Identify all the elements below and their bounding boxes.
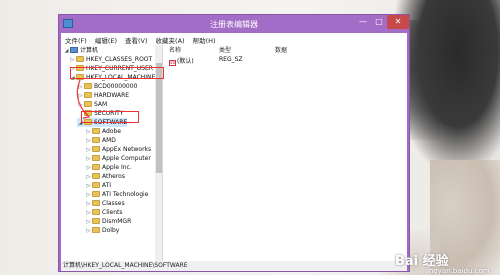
tree-item-sam[interactable]: ▷ SAM (77, 100, 107, 109)
status-bar: 计算机\HKEY_LOCAL_MACHINE\SOFTWARE (61, 261, 407, 271)
highlight-box-software (81, 111, 139, 123)
tree-item-computer[interactable]: ◢ 计算机 (63, 46, 98, 55)
expand-arrow-icon[interactable]: ▷ (85, 227, 92, 236)
folder-icon (92, 164, 100, 170)
folder-icon (92, 227, 100, 233)
folder-icon (92, 173, 100, 179)
folder-icon (92, 155, 100, 161)
tree-item-amd[interactable]: ▷ AMD (85, 136, 116, 145)
folder-icon (76, 56, 84, 62)
values-pane: 名称 类型 数据 ab (默认) REG_SZ (165, 45, 407, 261)
tree-item-bcd[interactable]: ▷ BCD00000000 (77, 82, 137, 91)
folder-icon (84, 101, 92, 107)
tree-item-ati[interactable]: ▷ ATI (85, 181, 111, 190)
maximize-button[interactable]: □ (371, 15, 387, 29)
tree-item-atheros[interactable]: ▷ Atheros (85, 172, 125, 181)
tree-item-hkey-classes-root[interactable]: ▷ HKEY_CLASSES_ROOT (69, 55, 152, 64)
tree-item-ati-technologies[interactable]: ▷ ATI Technologie (85, 190, 148, 199)
title-bar[interactable]: 注册表编辑器 — □ ✕ (59, 15, 409, 33)
tree-item-appex-networks[interactable]: ▷ AppEx Networks (85, 145, 151, 154)
folder-icon (92, 146, 100, 152)
tree-item-dolby[interactable]: ▷ Dolby (85, 226, 119, 235)
folder-icon (92, 191, 100, 197)
folder-icon (92, 182, 100, 188)
folder-icon (84, 92, 92, 98)
scrollbar-thumb[interactable] (156, 63, 162, 173)
folder-icon (92, 209, 100, 215)
registry-editor-window: 注册表编辑器 — □ ✕ 文件(F) 编辑(E) 查看(V) 收藏夹(A) 帮助(H) … (58, 14, 410, 272)
close-button[interactable]: ✕ (387, 15, 409, 29)
watermark: Bai 经验 jingyan.baidu.com (395, 254, 490, 275)
highlight-box-hklm (70, 67, 164, 79)
tree-item-classes[interactable]: ▷ Classes (85, 199, 125, 208)
menu-edit[interactable]: 编辑(E) (91, 33, 121, 45)
tree-item-clients[interactable]: ▷ Clients (85, 208, 123, 217)
folder-icon (92, 128, 100, 134)
menu-favorites[interactable]: 收藏夹(A) (152, 33, 189, 45)
computer-icon (70, 47, 78, 53)
string-value-icon: ab (169, 60, 176, 66)
tree-item-dismmgr[interactable]: ▷ DismMGR (85, 217, 131, 226)
column-header-name[interactable]: 名称 (169, 45, 181, 54)
minimize-button[interactable]: — (355, 15, 371, 29)
folder-icon (92, 218, 100, 224)
value-row-default[interactable]: ab (默认) (169, 56, 194, 66)
tree-item-apple-computer[interactable]: ▷ Apple Computer (85, 154, 151, 163)
tree-item-apple-inc[interactable]: ▷ Apple Inc. (85, 163, 132, 172)
background-photo-hair (395, 0, 500, 170)
menu-file[interactable]: 文件(F) (61, 33, 91, 45)
folder-icon (92, 137, 100, 143)
column-header-data[interactable]: 数据 (275, 45, 287, 54)
column-header-type[interactable]: 类型 (219, 45, 231, 54)
folder-icon (92, 200, 100, 206)
folder-icon (84, 83, 92, 89)
menu-bar: 文件(F) 编辑(E) 查看(V) 收藏夹(A) 帮助(H) (61, 33, 407, 45)
tree-item-hardware[interactable]: ▷ HARDWARE (77, 91, 129, 100)
value-type: REG_SZ (219, 56, 243, 63)
tree-item-adobe[interactable]: ▷ Adobe (85, 127, 121, 136)
menu-help[interactable]: 帮助(H) (189, 33, 220, 45)
menu-view[interactable]: 查看(V) (121, 33, 152, 45)
